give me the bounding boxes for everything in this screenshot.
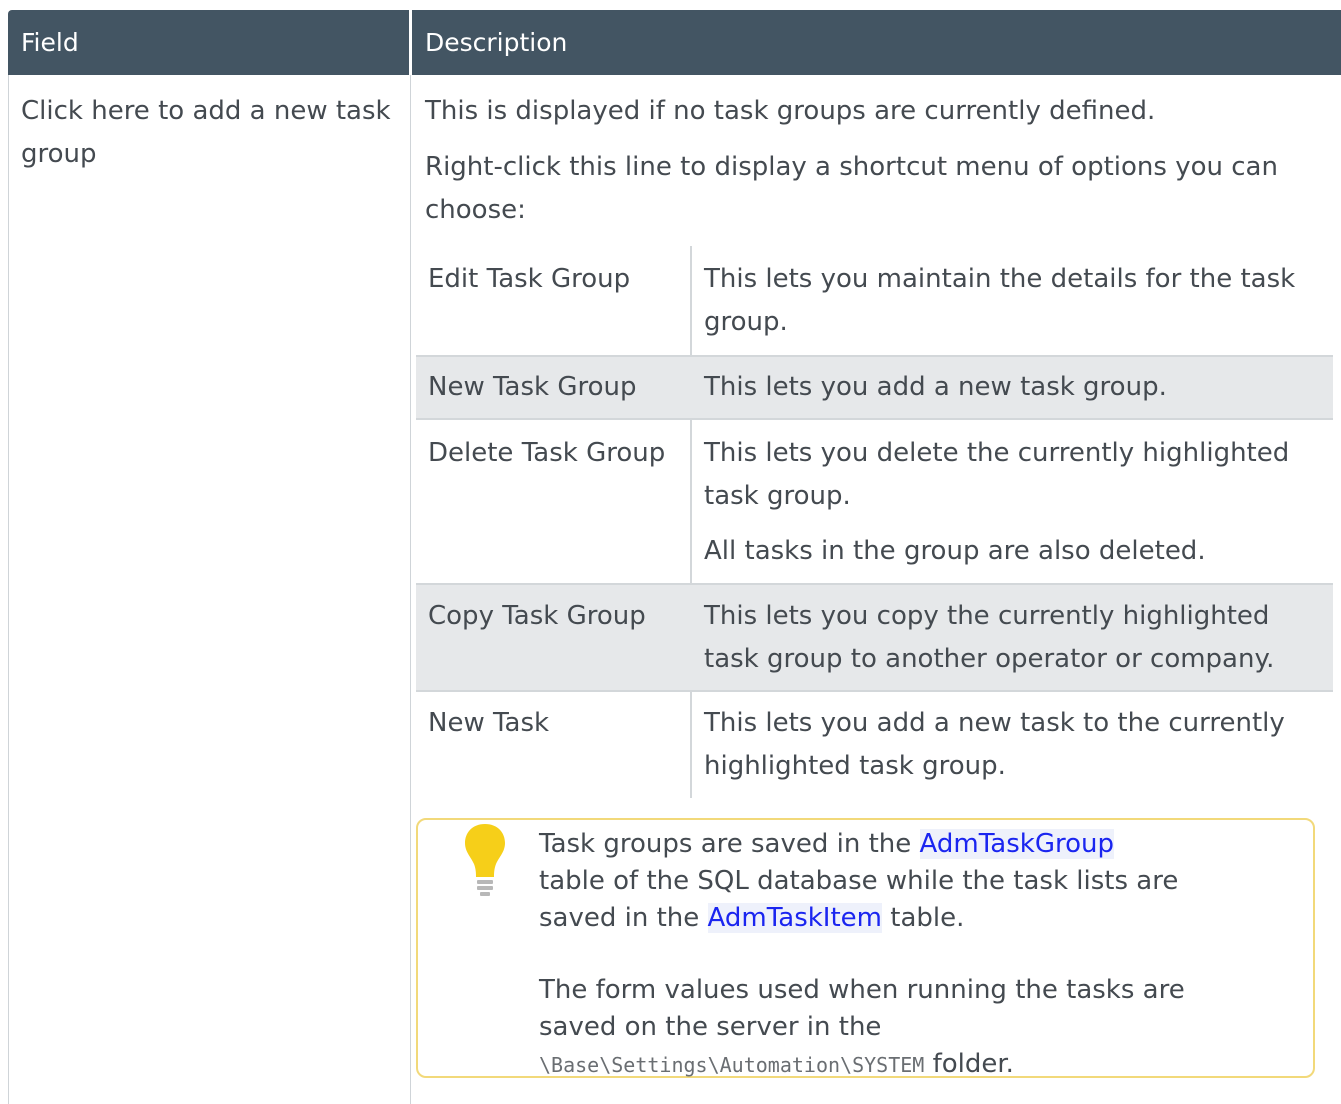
table-row: Delete Task Group This lets you delete t… bbox=[416, 420, 1333, 583]
tip-paragraph: The form values used when running the ta… bbox=[539, 972, 1239, 1084]
table-row: New Task Group This lets you add a new t… bbox=[416, 357, 1333, 418]
menu-option-description: This lets you add a new task to the curr… bbox=[704, 708, 1285, 781]
menu-option-description: This lets you copy the currently highlig… bbox=[704, 601, 1275, 674]
menu-option-description: This lets you delete the currently highl… bbox=[704, 438, 1290, 511]
menu-option-description: This lets you maintain the details for t… bbox=[704, 264, 1296, 337]
menu-option-description: This lets you add a new task group. bbox=[704, 372, 1167, 402]
tip-paragraph: Task groups are saved in the AdmTaskGrou… bbox=[539, 826, 1239, 937]
table-row: Copy Task Group This lets you copy the c… bbox=[416, 585, 1333, 690]
header-field: Field bbox=[21, 28, 79, 57]
description-paragraph: Right-click this line to display a short… bbox=[425, 152, 1278, 225]
column-divider bbox=[410, 75, 411, 1104]
menu-option-name: New Task Group bbox=[428, 372, 637, 402]
header-description: Description bbox=[425, 28, 568, 57]
menu-option-name: Edit Task Group bbox=[428, 264, 631, 294]
table-row: New Task This lets you add a new task to… bbox=[416, 692, 1333, 798]
settings-path: \Base\Settings\Automation\SYSTEM bbox=[539, 1053, 925, 1077]
menu-option-note: All tasks in the group are also deleted. bbox=[704, 536, 1206, 566]
tip-text: Task groups are saved in the bbox=[539, 829, 912, 859]
menu-option-name: Copy Task Group bbox=[428, 601, 646, 631]
tip-text: The form values used when running the ta… bbox=[539, 975, 1185, 1042]
menu-option-name: New Task bbox=[428, 708, 550, 738]
tip-text: folder. bbox=[932, 1049, 1014, 1079]
tip-text: table. bbox=[890, 903, 965, 933]
field-label: Click here to add a new task group bbox=[21, 96, 391, 169]
lightbulb-icon bbox=[465, 824, 505, 896]
header-divider bbox=[409, 10, 412, 75]
tip-callout: Task groups are saved in the AdmTaskGrou… bbox=[416, 818, 1315, 1079]
admtaskgroup-link[interactable]: AdmTaskGroup bbox=[919, 829, 1114, 859]
table-row: Edit Task Group This lets you maintain t… bbox=[416, 246, 1333, 355]
admtaskitem-link[interactable]: AdmTaskItem bbox=[707, 903, 882, 933]
table-left-border bbox=[8, 75, 9, 1104]
description-paragraph: This is displayed if no task groups are … bbox=[425, 96, 1156, 126]
table-header: Field Description bbox=[8, 10, 1341, 75]
menu-option-name: Delete Task Group bbox=[428, 438, 666, 468]
